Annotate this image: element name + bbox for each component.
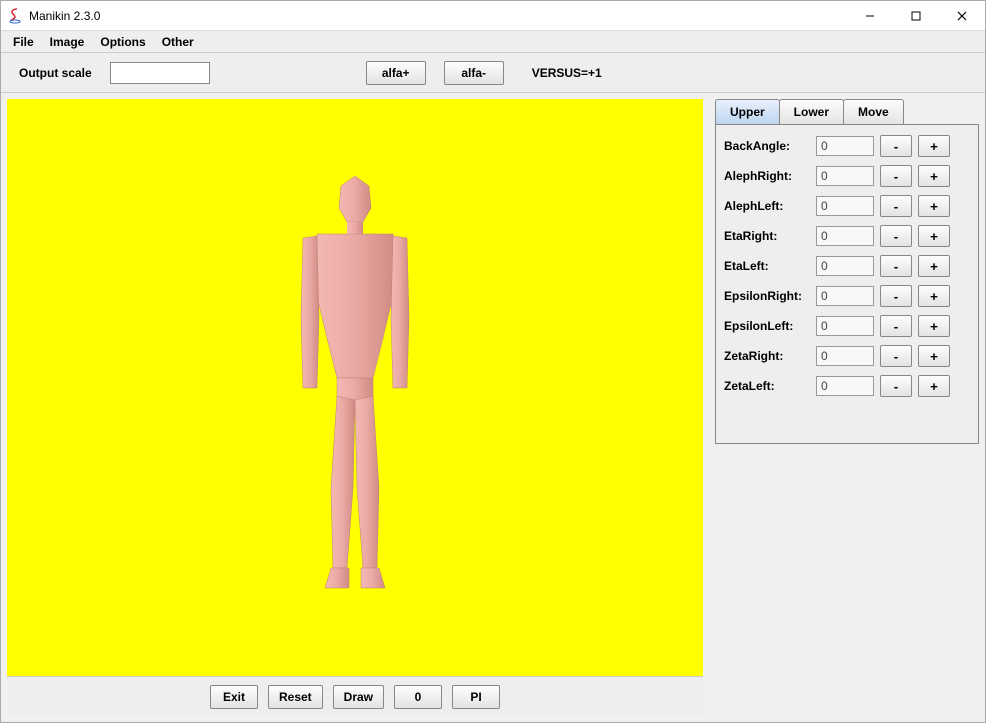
window-title: Manikin 2.3.0: [29, 9, 100, 23]
param-minus-button[interactable]: -: [880, 375, 912, 397]
tab-move[interactable]: Move: [843, 99, 904, 124]
param-label: EpsilonLeft:: [724, 319, 810, 333]
param-label: EtaRight:: [724, 229, 810, 243]
draw-button[interactable]: Draw: [333, 685, 384, 709]
window-controls: [847, 1, 985, 30]
param-value-field[interactable]: [816, 346, 874, 366]
menubar: File Image Options Other: [1, 31, 985, 53]
app-window: Manikin 2.3.0 File Image Options Other O…: [0, 0, 986, 723]
menu-other[interactable]: Other: [154, 33, 202, 51]
param-value-field[interactable]: [816, 136, 874, 156]
param-value-field[interactable]: [816, 196, 874, 216]
tab-lower[interactable]: Lower: [779, 99, 844, 124]
param-minus-button[interactable]: -: [880, 345, 912, 367]
param-label: BackAngle:: [724, 139, 810, 153]
titlebar: Manikin 2.3.0: [1, 1, 985, 31]
param-plus-button[interactable]: +: [918, 195, 950, 217]
exit-button[interactable]: Exit: [210, 685, 258, 709]
param-row: EpsilonRight: -+: [724, 285, 970, 307]
param-plus-button[interactable]: +: [918, 165, 950, 187]
param-row: ZetaLeft: -+: [724, 375, 970, 397]
param-value-field[interactable]: [816, 376, 874, 396]
manikin-figure: [245, 168, 465, 608]
param-plus-button[interactable]: +: [918, 255, 950, 277]
param-plus-button[interactable]: +: [918, 345, 950, 367]
menu-file[interactable]: File: [5, 33, 42, 51]
param-value-field[interactable]: [816, 256, 874, 276]
alfa-minus-button[interactable]: alfa-: [444, 61, 504, 85]
param-minus-button[interactable]: -: [880, 195, 912, 217]
param-label: ZetaRight:: [724, 349, 810, 363]
menu-options[interactable]: Options: [92, 33, 153, 51]
param-minus-button[interactable]: -: [880, 255, 912, 277]
content-area: Exit Reset Draw 0 PI Upper Lower Move Ba…: [1, 93, 985, 722]
param-minus-button[interactable]: -: [880, 315, 912, 337]
pi-button[interactable]: PI: [452, 685, 500, 709]
param-row: EtaRight: -+: [724, 225, 970, 247]
param-row: BackAngle: -+: [724, 135, 970, 157]
param-label: AlephRight:: [724, 169, 810, 183]
menu-image[interactable]: Image: [42, 33, 93, 51]
param-value-field[interactable]: [816, 166, 874, 186]
tab-body: BackAngle:-+AlephRight:-+AlephLeft:-+Eta…: [715, 124, 979, 444]
alfa-plus-button[interactable]: alfa+: [366, 61, 426, 85]
param-row: AlephLeft: -+: [724, 195, 970, 217]
param-value-field[interactable]: [816, 226, 874, 246]
param-label: EpsilonRight:: [724, 289, 810, 303]
java-app-icon: [7, 8, 23, 24]
param-row: AlephRight: -+: [724, 165, 970, 187]
close-button[interactable]: [939, 1, 985, 30]
param-row: ZetaRight: -+: [724, 345, 970, 367]
param-plus-button[interactable]: +: [918, 375, 950, 397]
side-panel: Upper Lower Move BackAngle:-+AlephRight:…: [709, 93, 985, 722]
param-minus-button[interactable]: -: [880, 225, 912, 247]
param-row: EtaLeft: -+: [724, 255, 970, 277]
param-label: ZetaLeft:: [724, 379, 810, 393]
minimize-button[interactable]: [847, 1, 893, 30]
param-minus-button[interactable]: -: [880, 285, 912, 307]
param-label: AlephLeft:: [724, 199, 810, 213]
zero-button[interactable]: 0: [394, 685, 442, 709]
param-value-field[interactable]: [816, 286, 874, 306]
param-plus-button[interactable]: +: [918, 135, 950, 157]
param-plus-button[interactable]: +: [918, 225, 950, 247]
maximize-button[interactable]: [893, 1, 939, 30]
tab-upper[interactable]: Upper: [715, 99, 780, 124]
param-value-field[interactable]: [816, 316, 874, 336]
param-row: EpsilonLeft: -+: [724, 315, 970, 337]
param-plus-button[interactable]: +: [918, 315, 950, 337]
toolbar: Output scale alfa+ alfa- VERSUS=+1: [1, 53, 985, 93]
tab-bar: Upper Lower Move: [715, 99, 979, 124]
canvas-area: Exit Reset Draw 0 PI: [1, 93, 709, 722]
output-scale-input[interactable]: [110, 62, 210, 84]
versus-label: VERSUS=+1: [532, 66, 602, 80]
param-plus-button[interactable]: +: [918, 285, 950, 307]
param-minus-button[interactable]: -: [880, 135, 912, 157]
output-scale-label: Output scale: [19, 66, 92, 80]
param-label: EtaLeft:: [724, 259, 810, 273]
param-minus-button[interactable]: -: [880, 165, 912, 187]
canvas[interactable]: [7, 99, 703, 676]
bottom-bar: Exit Reset Draw 0 PI: [7, 676, 703, 716]
reset-button[interactable]: Reset: [268, 685, 323, 709]
